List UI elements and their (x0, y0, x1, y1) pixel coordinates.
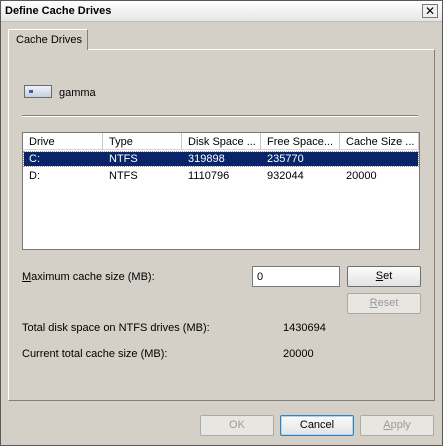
ok-button[interactable]: OK (200, 415, 274, 436)
reset-button[interactable]: Reset (347, 293, 421, 314)
table-row[interactable]: C: NTFS 319898 235770 (23, 151, 419, 167)
type-cell: NTFS (109, 170, 138, 182)
set-button[interactable]: Set (347, 266, 421, 287)
total-cache-value: 20000 (283, 348, 314, 360)
free-space-cell: 932044 (267, 170, 304, 182)
apply-button[interactable]: Apply (360, 415, 434, 436)
total-disk-label: Total disk space on NTFS drives (MB): (22, 322, 210, 334)
column-header-free-space[interactable]: Free Space... (261, 133, 340, 150)
reset-button-rest: eset (377, 297, 399, 309)
cancel-button[interactable]: Cancel (280, 415, 354, 436)
total-cache-label: Current total cache size (MB): (22, 348, 168, 360)
table-row[interactable]: D: NTFS 1110796 932044 20000 (24, 169, 418, 183)
max-cache-input[interactable] (252, 266, 340, 287)
server-name: gamma (59, 87, 96, 99)
server-icon (24, 85, 52, 98)
apply-button-accel: A (383, 419, 391, 431)
max-cache-label: Maximum cache size (MB): (22, 271, 155, 283)
disk-space-cell: 319898 (188, 153, 225, 165)
reset-button-accel: R (369, 297, 378, 309)
free-space-cell: 235770 (267, 153, 304, 165)
column-header-cache-size[interactable]: Cache Size ... (340, 133, 419, 150)
list-header: Drive Type Disk Space ... Free Space... … (23, 133, 419, 150)
max-cache-label-accel: M (22, 271, 32, 283)
tab-cache-drives[interactable]: Cache Drives (8, 29, 88, 50)
total-disk-value: 1430694 (283, 322, 326, 334)
column-header-drive[interactable]: Drive (23, 133, 103, 150)
close-button[interactable]: ✕ (422, 4, 438, 18)
column-header-type[interactable]: Type (103, 133, 182, 150)
title-bar: Define Cache Drives ✕ (1, 1, 442, 22)
define-cache-drives-dialog: Define Cache Drives ✕ Cache Drives gamma… (0, 0, 443, 446)
drive-cell: C: (29, 153, 40, 165)
max-cache-label-rest: aximum cache size (MB): (31, 271, 155, 283)
column-header-disk-space[interactable]: Disk Space ... (182, 133, 261, 150)
type-cell: NTFS (109, 153, 138, 165)
set-button-rest: et (383, 270, 393, 282)
separator (22, 115, 418, 117)
window-title: Define Cache Drives (5, 5, 112, 17)
set-button-accel: S (375, 270, 384, 282)
apply-button-rest: pply (390, 419, 411, 431)
cache-drives-list[interactable]: Drive Type Disk Space ... Free Space... … (22, 132, 420, 250)
disk-space-cell: 1110796 (188, 170, 230, 182)
drive-cell: D: (29, 170, 40, 182)
close-icon: ✕ (424, 4, 436, 18)
cache-size-cell: 20000 (346, 170, 377, 182)
